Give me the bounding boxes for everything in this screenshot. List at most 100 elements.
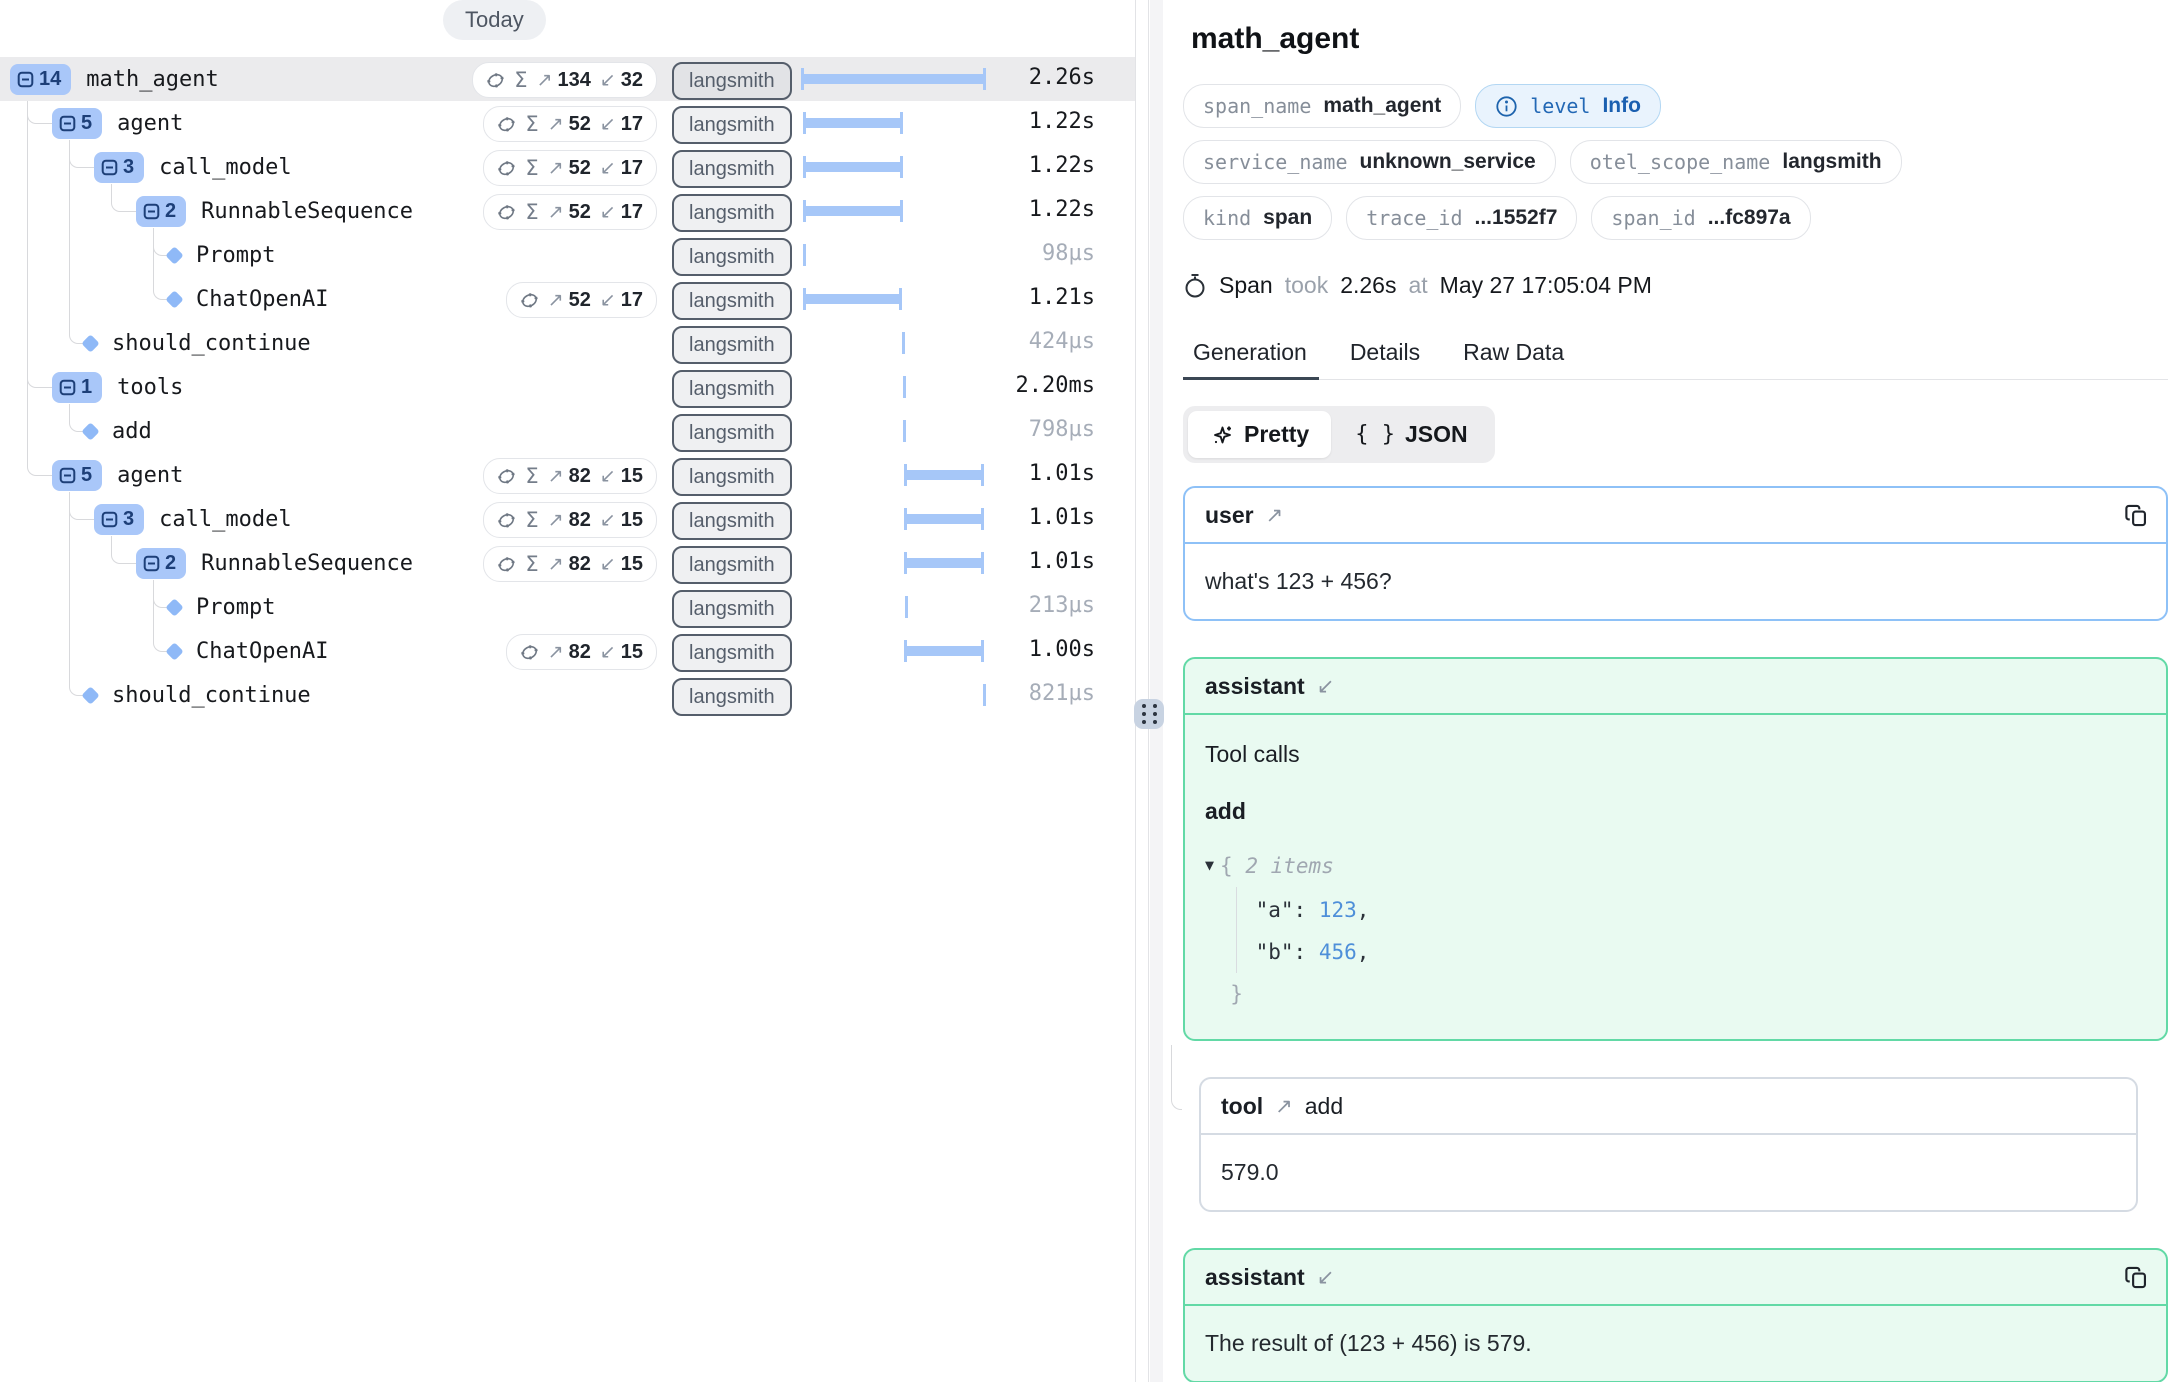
- child-count-badge[interactable]: 3: [94, 152, 144, 183]
- message-card-body: Tool callsadd▼{ 2 items "a": 123, "b": 4…: [1185, 715, 2166, 1039]
- span-name: ChatOpenAI: [196, 287, 328, 312]
- message-card-user: user↗what's 123 + 456?: [1183, 486, 2168, 621]
- trace-row[interactable]: ChatOpenAI ↗82↙15 langsmith 1.00s: [0, 629, 1135, 673]
- trace-row[interactable]: 5agentΣ↗82↙15langsmith1.01s: [0, 453, 1135, 497]
- tab-generation[interactable]: Generation: [1193, 339, 1307, 366]
- langsmith-tag[interactable]: langsmith: [672, 458, 792, 496]
- langsmith-tag[interactable]: langsmith: [672, 150, 792, 188]
- trace-row[interactable]: should_continuelangsmith424µs: [0, 321, 1135, 365]
- divider-grip-handle[interactable]: [1134, 699, 1164, 729]
- langsmith-tag[interactable]: langsmith: [672, 370, 792, 408]
- scrollbar-gutter[interactable]: [1150, 0, 1163, 1382]
- langsmith-tag[interactable]: langsmith: [672, 634, 792, 672]
- child-count-badge[interactable]: 2: [136, 196, 186, 227]
- attribute-value: span: [1263, 206, 1312, 230]
- span-name: Prompt: [196, 243, 275, 268]
- attribute-value: langsmith: [1782, 150, 1881, 174]
- span-name: RunnableSequence: [201, 199, 413, 224]
- duration-bar-lane: [795, 57, 990, 101]
- output-tokens: 15: [621, 465, 643, 488]
- trace-row[interactable]: 14math_agentΣ↗134↙32langsmith2.26s: [0, 57, 1135, 101]
- duration-bar: [905, 470, 983, 480]
- collapse-icon[interactable]: [101, 511, 118, 528]
- token-usage-pill[interactable]: Σ↗52↙17: [483, 194, 657, 230]
- leaf-diamond-icon: [165, 246, 183, 264]
- trace-row[interactable]: 3call_modelΣ↗52↙17langsmith1.22s: [0, 145, 1135, 189]
- trace-row[interactable]: should_continuelangsmith821µs: [0, 673, 1135, 717]
- child-count-badge[interactable]: 5: [52, 460, 102, 491]
- token-usage-pill[interactable]: Σ↗82↙15: [483, 546, 657, 582]
- collapse-icon[interactable]: [59, 115, 76, 132]
- input-arrow-icon: ↗: [537, 69, 553, 91]
- collapse-icon[interactable]: [143, 555, 160, 572]
- input-tokens: 52: [569, 289, 591, 312]
- token-usage-pill[interactable]: Σ↗82↙15: [483, 458, 657, 494]
- message-card-tool: tool↗add579.0: [1199, 1077, 2138, 1212]
- trace-row[interactable]: addlangsmith798µs: [0, 409, 1135, 453]
- span-name: call_model: [159, 507, 291, 532]
- langsmith-tag[interactable]: langsmith: [672, 282, 792, 320]
- token-usage-pill[interactable]: Σ↗52↙17: [483, 106, 657, 142]
- langsmith-tag[interactable]: langsmith: [672, 502, 792, 540]
- langsmith-tag[interactable]: langsmith: [672, 106, 792, 144]
- token-usage-pill[interactable]: Σ↗134↙32: [472, 62, 657, 98]
- message-text: The result of (123 + 456) is 579.: [1205, 1330, 2146, 1357]
- langsmith-tag[interactable]: langsmith: [672, 238, 792, 276]
- input-arrow-icon: ↗: [548, 465, 564, 487]
- child-count-badge[interactable]: 3: [94, 504, 144, 535]
- collapse-icon[interactable]: [17, 71, 34, 88]
- trace-row[interactable]: Promptlangsmith213µs: [0, 585, 1135, 629]
- langsmith-tag[interactable]: langsmith: [672, 414, 792, 452]
- collapse-icon[interactable]: [59, 379, 76, 396]
- trace-row[interactable]: 3call_modelΣ↗82↙15langsmith1.01s: [0, 497, 1135, 541]
- info-icon: [1495, 95, 1518, 118]
- token-usage-pill[interactable]: ↗82↙15: [506, 634, 657, 670]
- copy-button[interactable]: [2123, 1264, 2150, 1291]
- token-usage-pill[interactable]: ↗52↙17: [506, 282, 657, 318]
- trace-row[interactable]: 5agentΣ↗52↙17langsmith1.22s: [0, 101, 1135, 145]
- duration-bar-lane: [795, 497, 990, 541]
- collapse-icon[interactable]: [143, 203, 160, 220]
- collapse-icon[interactable]: [59, 467, 76, 484]
- panel-divider[interactable]: [1135, 0, 1163, 1382]
- message-card-header: assistant↙: [1185, 659, 2166, 715]
- trace-row[interactable]: 1toolslangsmith2.20ms: [0, 365, 1135, 409]
- trace-row-main: ChatOpenAI: [168, 629, 328, 673]
- leaf-diamond-icon: [165, 598, 183, 616]
- view-toggle-pretty[interactable]: Pretty: [1188, 411, 1331, 458]
- langsmith-tag[interactable]: langsmith: [672, 590, 792, 628]
- langsmith-tag[interactable]: langsmith: [672, 194, 792, 232]
- child-count-badge[interactable]: 1: [52, 372, 102, 403]
- child-count-badge[interactable]: 2: [136, 548, 186, 579]
- sigma-icon: Σ: [525, 464, 538, 488]
- trace-row[interactable]: 2RunnableSequenceΣ↗82↙15langsmith1.01s: [0, 541, 1135, 585]
- date-filter-pill[interactable]: Today: [443, 0, 546, 40]
- trace-tree-panel: Today 14math_agentΣ↗134↙32langsmith2.26s…: [0, 0, 1135, 1382]
- attribute-key: level: [1530, 94, 1590, 118]
- view-toggle-json[interactable]: { }JSON: [1333, 411, 1489, 458]
- trace-row-main: 2RunnableSequence: [136, 541, 413, 585]
- trace-row[interactable]: 2RunnableSequenceΣ↗52↙17langsmith1.22s: [0, 189, 1135, 233]
- langsmith-tag[interactable]: langsmith: [672, 62, 792, 100]
- collapse-icon[interactable]: [101, 159, 118, 176]
- token-usage-pill[interactable]: Σ↗52↙17: [483, 150, 657, 186]
- copy-icon[interactable]: [2123, 502, 2150, 529]
- token-usage-pill[interactable]: Σ↗82↙15: [483, 502, 657, 538]
- view-toggle-label: Pretty: [1244, 421, 1309, 448]
- chevron-down-icon[interactable]: ▼: [1205, 844, 1214, 886]
- trace-row[interactable]: Promptlangsmith98µs: [0, 233, 1135, 277]
- span-name: math_agent: [86, 67, 218, 92]
- tab-details[interactable]: Details: [1350, 339, 1420, 366]
- copy-button[interactable]: [2123, 502, 2150, 529]
- child-count-badge[interactable]: 5: [52, 108, 102, 139]
- json-open-line[interactable]: ▼{ 2 items: [1205, 845, 2146, 889]
- trace-row[interactable]: ChatOpenAI↗52↙17langsmith1.21s: [0, 277, 1135, 321]
- child-count-badge[interactable]: 14: [10, 64, 71, 95]
- duration-value: 1.00s: [1029, 637, 1095, 662]
- langsmith-tag[interactable]: langsmith: [672, 678, 792, 716]
- summary-timestamp: May 27 17:05:04 PM: [1440, 272, 1652, 299]
- langsmith-tag[interactable]: langsmith: [672, 546, 792, 584]
- copy-icon[interactable]: [2123, 1264, 2150, 1291]
- langsmith-tag[interactable]: langsmith: [672, 326, 792, 364]
- tab-raw-data[interactable]: Raw Data: [1463, 339, 1564, 366]
